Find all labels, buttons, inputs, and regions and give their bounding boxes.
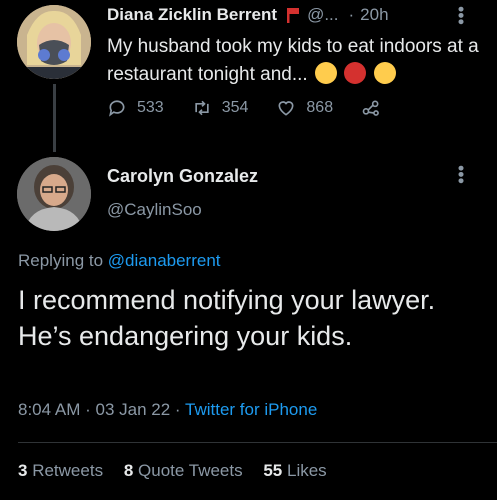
avatar[interactable] bbox=[17, 157, 91, 231]
tweet-actions: 533 354 868 bbox=[107, 98, 419, 118]
share-button[interactable] bbox=[361, 98, 391, 118]
tweet-text: My husband took my kids to eat indoors a… bbox=[107, 36, 479, 85]
author-name[interactable]: Diana Zicklin Berrent bbox=[107, 5, 277, 25]
tweet-source[interactable]: Twitter for iPhone bbox=[185, 400, 317, 419]
avatar[interactable] bbox=[17, 5, 91, 79]
tweet-meta: 8:04 AM · 03 Jan 22 · Twitter for iPhone bbox=[18, 400, 318, 419]
tweet-stats: 3 Retweets 8 Quote Tweets 55 Likes bbox=[18, 461, 343, 481]
reply-icon bbox=[109, 100, 125, 117]
author-name[interactable]: Carolyn Gonzalez bbox=[107, 166, 258, 187]
share-icon bbox=[362, 100, 380, 116]
retweet-button[interactable]: 354 bbox=[192, 98, 249, 118]
tweet-time[interactable]: 8:04 AM bbox=[18, 400, 80, 419]
like-count: 868 bbox=[306, 99, 334, 116]
tweet-date[interactable]: 03 Jan 22 bbox=[96, 400, 171, 419]
retweets-stat[interactable]: 3 Retweets bbox=[18, 461, 103, 480]
likes-stat[interactable]: 55 Likes bbox=[263, 461, 326, 480]
more-options-icon[interactable]: ••• bbox=[451, 165, 471, 184]
replying-to: Replying to @dianaberrent bbox=[18, 251, 221, 270]
more-options-icon[interactable]: ••• bbox=[451, 6, 471, 25]
tweet-text: I recommend notifying your lawyer. He’s … bbox=[18, 285, 436, 351]
retweet-count: 354 bbox=[221, 99, 249, 116]
reply-count: 533 bbox=[137, 99, 164, 116]
author-handle[interactable]: @CaylinSoo bbox=[107, 200, 202, 220]
cursing-face-emoji bbox=[344, 62, 367, 84]
like-button[interactable]: 868 bbox=[276, 98, 333, 118]
reply-button[interactable]: 533 bbox=[107, 98, 164, 118]
heart-icon bbox=[278, 101, 294, 116]
author-handle[interactable]: @... bbox=[307, 5, 338, 25]
exploding-head-emoji bbox=[373, 62, 396, 84]
mention-link[interactable]: @dianaberrent bbox=[108, 251, 221, 270]
tweet-time[interactable]: 20h bbox=[360, 5, 388, 25]
quote-tweets-stat[interactable]: 8 Quote Tweets bbox=[124, 461, 243, 480]
retweet-icon bbox=[195, 100, 209, 116]
thread-connector bbox=[53, 84, 56, 152]
divider bbox=[18, 442, 497, 443]
red-flag-icon bbox=[287, 8, 300, 23]
tweet-header: Diana Zicklin Berrent @... · 20h bbox=[107, 5, 389, 25]
exploding-head-emoji bbox=[314, 62, 337, 84]
